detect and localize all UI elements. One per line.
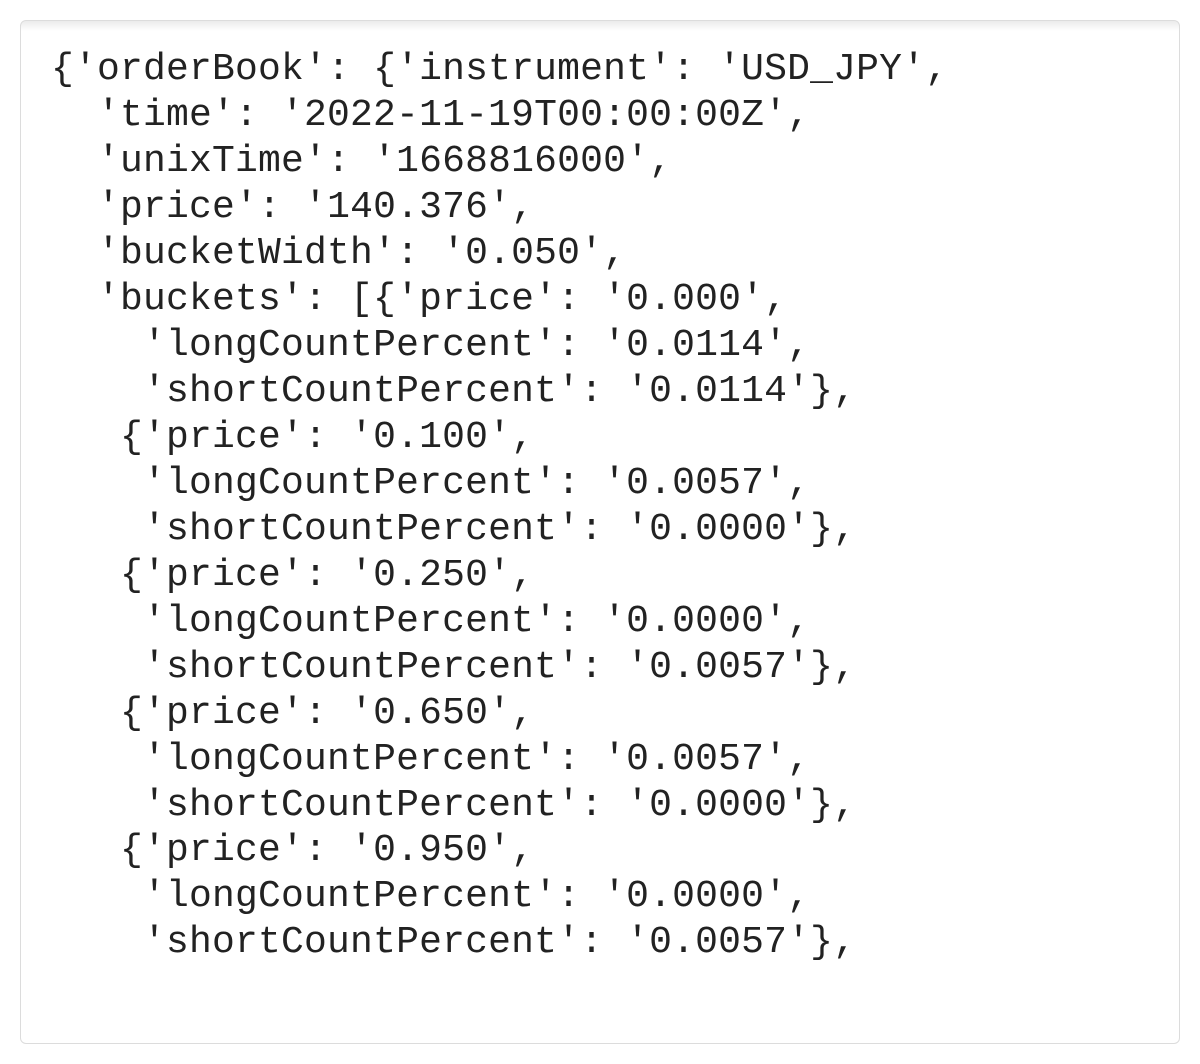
- val-b2-price: 0.250: [373, 554, 488, 597]
- val-b0-price: 0.000: [626, 278, 741, 321]
- key-b2-long: longCountPercent: [166, 600, 534, 643]
- val-b3-price: 0.650: [373, 692, 488, 735]
- key-b4-long: longCountPercent: [166, 875, 534, 918]
- val-b1-long: 0.0057: [626, 462, 764, 505]
- key-price: price: [120, 186, 235, 229]
- key-b3-short: shortCountPercent: [166, 784, 557, 827]
- key-b1-price: price: [166, 416, 281, 459]
- code-output-panel: {'orderBook': {'instrument': 'USD_JPY', …: [20, 20, 1180, 1044]
- key-b0-short: shortCountPercent: [166, 370, 557, 413]
- val-b0-long: 0.0114: [626, 324, 764, 367]
- key-b0-price: price: [419, 278, 534, 321]
- key-b2-price: price: [166, 554, 281, 597]
- key-buckets: buckets: [120, 278, 281, 321]
- val-time: 2022-11-19T00:00:00Z: [304, 94, 764, 137]
- key-b3-price: price: [166, 692, 281, 735]
- key-bucketWidth: bucketWidth: [120, 232, 373, 275]
- key-unixTime: unixTime: [120, 140, 304, 183]
- code-output: {'orderBook': {'instrument': 'USD_JPY', …: [51, 47, 1149, 966]
- key-b4-short: shortCountPercent: [166, 921, 557, 964]
- key-orderBook: orderBook: [97, 48, 304, 91]
- key-instrument: instrument: [419, 48, 649, 91]
- key-b2-short: shortCountPercent: [166, 646, 557, 689]
- key-b1-long: longCountPercent: [166, 462, 534, 505]
- key-time: time: [120, 94, 212, 137]
- val-unixTime: 1668816000: [396, 140, 626, 183]
- val-instrument: USD_JPY: [741, 48, 902, 91]
- key-b1-short: shortCountPercent: [166, 508, 557, 551]
- val-price: 140.376: [327, 186, 488, 229]
- val-b2-long: 0.0000: [626, 600, 764, 643]
- val-b1-price: 0.100: [373, 416, 488, 459]
- key-b0-long: longCountPercent: [166, 324, 534, 367]
- val-b4-long: 0.0000: [626, 875, 764, 918]
- key-b3-long: longCountPercent: [166, 738, 534, 781]
- val-b4-price: 0.950: [373, 829, 488, 872]
- val-b1-short: 0.0000: [649, 508, 787, 551]
- key-b4-price: price: [166, 829, 281, 872]
- val-b4-short: 0.0057: [649, 921, 787, 964]
- val-b3-short: 0.0000: [649, 784, 787, 827]
- val-b3-long: 0.0057: [626, 738, 764, 781]
- val-b2-short: 0.0057: [649, 646, 787, 689]
- val-b0-short: 0.0114: [649, 370, 787, 413]
- val-bucketWidth: 0.050: [465, 232, 580, 275]
